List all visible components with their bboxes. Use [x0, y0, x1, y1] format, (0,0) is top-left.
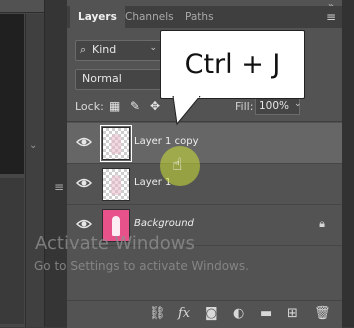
link-layers-icon[interactable]: ⛓	[149, 306, 166, 321]
kind-label: Kind	[92, 43, 117, 56]
lock-position-icon[interactable]: ✥	[150, 99, 160, 113]
right-dock-strip	[342, 0, 354, 327]
new-group-folder-icon[interactable]: ▬	[260, 306, 272, 321]
watermark-title: Activate Windows	[35, 233, 195, 254]
divider	[67, 121, 342, 122]
tab-channels[interactable]: Channels	[117, 6, 182, 28]
document-tab-bar	[0, 0, 44, 13]
shortcut-callout: Ctrl + J	[160, 30, 305, 99]
document-canvas	[0, 14, 24, 174]
add-mask-icon[interactable]: ◙	[205, 306, 218, 321]
layer-thumbnail	[102, 168, 130, 201]
chevron-down-icon[interactable]: ⌄	[294, 99, 302, 109]
layer-thumbnail	[100, 125, 132, 162]
layer-style-fx-icon[interactable]: fx	[178, 306, 190, 321]
canvas-pasteboard	[0, 178, 24, 324]
callout-text: Ctrl + J	[184, 49, 281, 80]
lock-label: Lock:	[75, 100, 104, 113]
layer-row-layer-1[interactable]: Layer 1	[67, 164, 342, 205]
chevron-down-icon: ⌄	[149, 43, 157, 53]
chevron-down-icon[interactable]: ⌄	[29, 140, 37, 151]
lock-icon[interactable]: 🔒︎	[319, 217, 325, 231]
layer-row-layer-1-copy[interactable]: Layer 1 copy	[67, 123, 342, 164]
figure-silhouette	[111, 175, 121, 195]
eye-icon[interactable]	[76, 176, 92, 190]
lock-transparent-pixels-icon[interactable]: ▦	[109, 99, 120, 113]
callout-pointer	[172, 96, 201, 126]
layers-bottom-toolbar: ⛓ fx ◙ ◐ ▬ ⊞ 🗑︎	[67, 300, 342, 328]
blend-mode-value: Normal	[82, 72, 122, 85]
fill-label: Fill:	[235, 100, 254, 113]
tab-paths[interactable]: Paths	[177, 6, 222, 28]
trash-icon[interactable]: 🗑︎	[314, 306, 331, 321]
panel-menu-icon[interactable]: ≡	[326, 10, 336, 24]
watermark-subtitle: Go to Settings to activate Windows.	[34, 259, 249, 273]
hand-cursor-icon: ☝	[172, 155, 183, 175]
eye-icon[interactable]	[76, 217, 92, 231]
eye-icon[interactable]	[76, 135, 92, 149]
layer-name[interactable]: Background	[134, 218, 194, 229]
search-icon: ⌕	[80, 43, 87, 56]
blend-mode-select[interactable]: Normal	[75, 69, 163, 90]
canvas-area: ⌄	[0, 0, 44, 327]
figure-silhouette	[111, 134, 121, 154]
layer-name[interactable]: Layer 1 copy	[134, 136, 198, 147]
panel-dock-strip: ≡	[44, 0, 68, 327]
vertical-scrollbar[interactable]	[25, 14, 44, 327]
layer-filter-kind-select[interactable]: ⌕ Kind ⌄	[75, 40, 163, 61]
new-layer-icon[interactable]: ⊞	[287, 306, 298, 321]
panel-tab-bar: Layers Channels Paths ≡	[67, 6, 342, 28]
adjustment-layer-icon[interactable]: ◐	[233, 306, 244, 321]
lock-image-pixels-icon[interactable]: ✎	[130, 99, 140, 113]
menu-icon[interactable]: ≡	[54, 180, 64, 194]
